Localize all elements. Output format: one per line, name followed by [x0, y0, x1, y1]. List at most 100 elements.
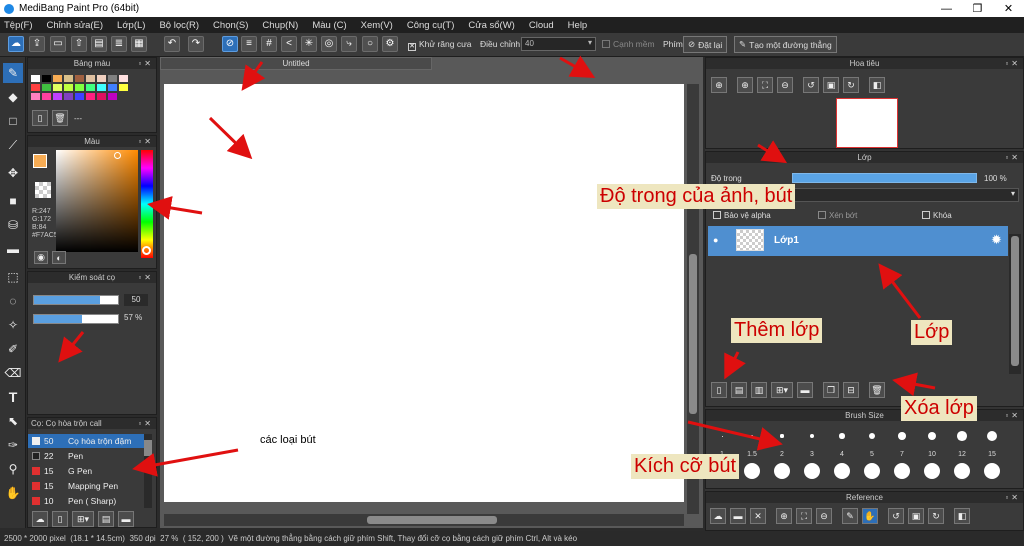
- hue-cursor[interactable]: [142, 246, 151, 255]
- color-swatch[interactable]: [108, 84, 117, 91]
- close-ref-icon[interactable]: ✕: [750, 508, 766, 524]
- foreground-color[interactable]: [33, 154, 47, 168]
- brush-size-value[interactable]: 50: [124, 294, 148, 306]
- gradient-tool-icon[interactable]: ▬: [3, 239, 23, 259]
- ref-rotate-right-icon[interactable]: ↻: [928, 508, 944, 524]
- color-swatch[interactable]: [53, 93, 62, 100]
- menu-filter[interactable]: Bộ lọc(R): [159, 20, 199, 31]
- navigator-preview[interactable]: [836, 98, 898, 148]
- color-swatch[interactable]: [42, 93, 51, 100]
- color-swatch[interactable]: [31, 75, 40, 82]
- menu-select[interactable]: Chọn(S): [213, 20, 248, 31]
- select-eraser-icon[interactable]: ⌫: [3, 363, 23, 383]
- soft-edge-checkbox[interactable]: Cạnh mềm: [602, 39, 655, 49]
- brush-size-preview[interactable]: [780, 434, 784, 438]
- ref-fit-icon[interactable]: ⛶: [796, 508, 812, 524]
- menu-file[interactable]: Tệp(F): [4, 20, 33, 31]
- fit-icon[interactable]: ⛶: [757, 77, 773, 93]
- brush-size-preview[interactable]: [987, 431, 997, 441]
- bucket-tool-icon[interactable]: ⛁: [3, 215, 23, 235]
- layer-row[interactable]: ● Lớp1 ✹: [708, 226, 1008, 256]
- open-ref-icon[interactable]: ▬: [730, 508, 746, 524]
- delete-layer-icon[interactable]: 🗑: [869, 382, 885, 398]
- hue-slider[interactable]: [141, 150, 153, 258]
- brush-size-large-preview[interactable]: [834, 463, 850, 479]
- create-line-button[interactable]: ✎ Tạo một đường thẳng: [734, 36, 837, 53]
- add-layer-menu-icon[interactable]: ⊞▾: [771, 382, 793, 398]
- color-swatch[interactable]: [119, 84, 128, 91]
- operation-tool-icon[interactable]: ⬉: [3, 411, 23, 431]
- add-halftone-layer-icon[interactable]: ▤: [731, 382, 747, 398]
- menu-help[interactable]: Help: [568, 20, 588, 31]
- transparent-color[interactable]: [35, 182, 51, 198]
- new-brush-icon[interactable]: ▯: [52, 511, 68, 527]
- rotate-right-icon[interactable]: ↻: [843, 77, 859, 93]
- reset-view-icon[interactable]: ▣: [823, 77, 839, 93]
- color-palette-icon[interactable]: ◐: [52, 251, 66, 264]
- ref-rotate-left-icon[interactable]: ↺: [888, 508, 904, 524]
- brush-size-slider[interactable]: [33, 295, 119, 305]
- color-swatch[interactable]: [53, 84, 62, 91]
- color-swatch[interactable]: [64, 75, 73, 82]
- rect-fill-icon[interactable]: ■: [3, 191, 23, 211]
- upload-icon[interactable]: ⇧: [71, 36, 87, 52]
- color-swatch[interactable]: [64, 93, 73, 100]
- cloud-brush-icon[interactable]: ☁: [32, 511, 48, 527]
- layer-opacity-slider[interactable]: [792, 173, 977, 183]
- color-swatch[interactable]: [75, 93, 84, 100]
- reset-button[interactable]: ⊘ Đặt lại: [683, 36, 728, 53]
- undo-icon[interactable]: ↶: [164, 36, 180, 52]
- brush-size-large-preview[interactable]: [804, 463, 820, 479]
- divide-tool-icon[interactable]: ✑: [3, 435, 23, 455]
- cloud-ref-icon[interactable]: ☁: [710, 508, 726, 524]
- ref-eyedropper-icon[interactable]: ✎: [842, 508, 858, 524]
- select-pen-icon[interactable]: ✐: [3, 339, 23, 359]
- document-tab[interactable]: Untitled: [160, 57, 432, 70]
- ref-zoom-out-icon[interactable]: ⊖: [816, 508, 832, 524]
- brush-size-large-preview[interactable]: [924, 463, 940, 479]
- list-icon[interactable]: ≣: [111, 36, 127, 52]
- parallel-snap-icon[interactable]: ≡: [241, 36, 257, 52]
- menu-layer[interactable]: Lớp(L): [117, 20, 145, 31]
- layer-settings-icon[interactable]: ✹: [991, 232, 1002, 248]
- picker-cursor[interactable]: [114, 152, 121, 159]
- flip-icon[interactable]: ◧: [869, 77, 885, 93]
- brush-size-preview[interactable]: [927, 431, 937, 441]
- color-swatch[interactable]: [42, 84, 51, 91]
- brush-item[interactable]: 50 Cọ hòa trộn đậm: [28, 434, 151, 448]
- rotate-left-icon[interactable]: ↺: [803, 77, 819, 93]
- antialias-checkbox[interactable]: ✕ Khử răng cưa: [408, 39, 472, 51]
- share-icon[interactable]: ⇪: [29, 36, 45, 52]
- brush-size-large-preview[interactable]: [864, 463, 880, 479]
- menu-view[interactable]: Xem(V): [361, 20, 393, 31]
- adjust-dropdown[interactable]: 40 ▾: [521, 37, 596, 51]
- add-layer-icon[interactable]: ▯: [711, 382, 727, 398]
- brush-size-preview[interactable]: [750, 434, 754, 438]
- protect-alpha-checkbox[interactable]: Bảo vệ alpha: [713, 211, 771, 220]
- lock-checkbox[interactable]: Khóa: [922, 211, 952, 220]
- color-swatch[interactable]: [108, 75, 117, 82]
- brush-item[interactable]: 15 Mapping Pen: [28, 479, 151, 493]
- select-rect-icon[interactable]: ⬚: [3, 267, 23, 287]
- color-swatch[interactable]: [86, 75, 95, 82]
- ref-flip-icon[interactable]: ◧: [954, 508, 970, 524]
- menu-edit[interactable]: Chỉnh sửa(E): [47, 20, 104, 31]
- menu-color[interactable]: Màu (C): [312, 20, 346, 31]
- color-swatch[interactable]: [97, 84, 106, 91]
- brush-size-preview[interactable]: [809, 433, 815, 439]
- brush-size-preview[interactable]: [868, 432, 876, 440]
- eyedropper-icon[interactable]: ⚲: [3, 459, 23, 479]
- brush-item[interactable]: 22 Pen: [28, 449, 151, 463]
- brush-size-large-preview[interactable]: [774, 463, 790, 479]
- add-folder-icon[interactable]: ▬: [797, 382, 813, 398]
- color-swatch[interactable]: [86, 93, 95, 100]
- snap-off-icon[interactable]: ⊘: [222, 36, 238, 52]
- eraser-tool-icon[interactable]: ◆: [3, 87, 23, 107]
- close-button[interactable]: ✕: [993, 0, 1024, 17]
- color-swatch[interactable]: [31, 93, 40, 100]
- brush-size-preview[interactable]: [957, 431, 967, 441]
- brush-tool-icon[interactable]: ✎: [3, 63, 23, 83]
- color-wheel-icon[interactable]: ◉: [34, 251, 48, 264]
- color-swatch[interactable]: [108, 93, 117, 100]
- color-swatch[interactable]: [42, 75, 51, 82]
